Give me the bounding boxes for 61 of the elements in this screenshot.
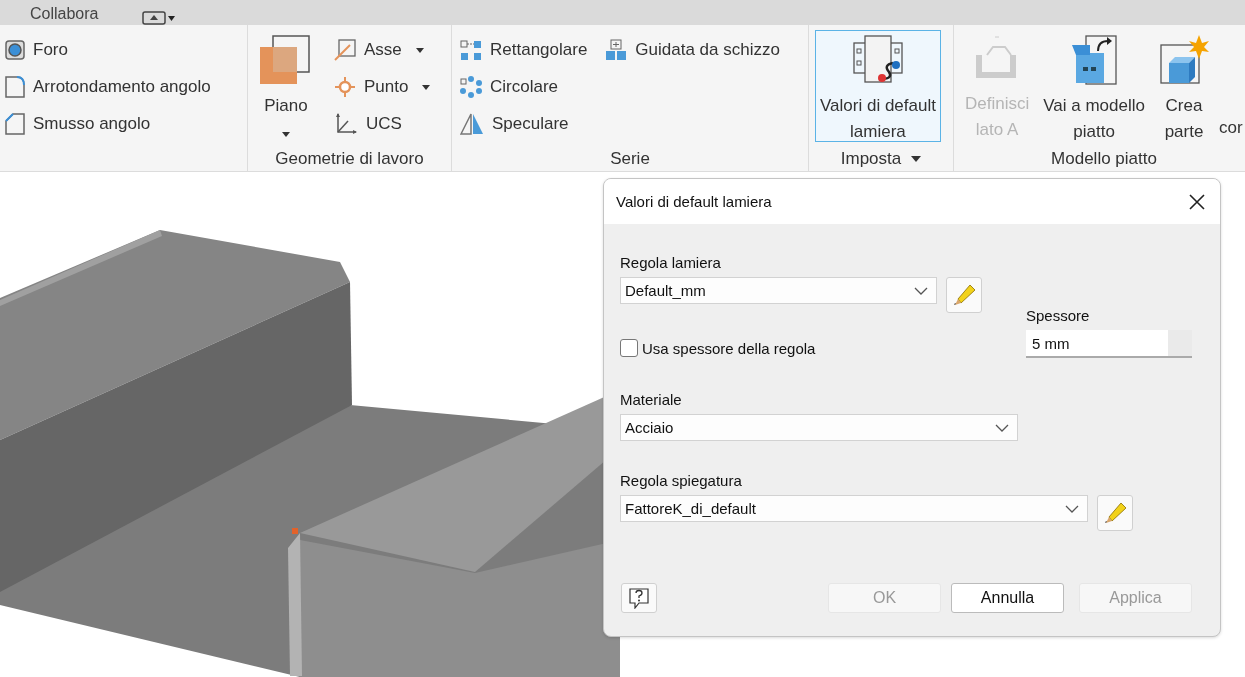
field-label: Regola lamiera	[620, 254, 722, 272]
edit-button[interactable]	[1097, 495, 1133, 531]
checkbox[interactable]	[620, 339, 638, 357]
thickness-field[interactable]: 5 mm	[1026, 330, 1192, 358]
field-label: Regola spiegatura	[620, 472, 743, 490]
field-label: Spessore	[1026, 307, 1091, 325]
axis-icon	[334, 39, 356, 61]
ribbon-button[interactable]: Valori di default lamiera	[815, 30, 941, 142]
ribbon-button[interactable]: UCS	[332, 110, 433, 138]
pencil-icon	[952, 283, 976, 307]
pencil-icon	[1103, 501, 1127, 525]
help-button[interactable]	[621, 583, 657, 613]
close-button[interactable]	[1188, 192, 1206, 211]
dialog-title: Valori di default lamiera	[616, 193, 772, 210]
ribbon-button[interactable]: Foro	[3, 36, 213, 64]
dropdown[interactable]: Acciaio	[620, 414, 1018, 441]
mirror-icon	[460, 113, 484, 135]
ribbon-button[interactable]: Vai a modello piatto	[1038, 30, 1150, 142]
panel-title[interactable]: Imposta	[840, 149, 922, 169]
hole-icon	[5, 40, 25, 60]
dialog-button[interactable]: Annulla	[951, 583, 1064, 613]
create-part-icon	[1159, 35, 1209, 85]
point-icon	[334, 76, 356, 98]
chevron-icon	[995, 423, 1009, 432]
circular-pattern-icon	[460, 76, 482, 98]
close-icon	[1188, 192, 1206, 211]
rectangular-pattern-icon	[460, 40, 482, 60]
checkbox-label[interactable]: Usa spessore della regola	[642, 339, 816, 357]
ribbon-button[interactable]: Crea parte	[1154, 30, 1214, 142]
panel-title: Geometrie di lavoro	[275, 149, 424, 169]
plane-icon	[259, 35, 313, 85]
panel-title: Serie	[610, 149, 650, 169]
sheet-defaults-icon	[852, 35, 903, 85]
chevron-icon	[914, 286, 928, 295]
caret-icon	[422, 84, 431, 90]
fillet-icon	[5, 76, 25, 98]
ribbon-button[interactable]: Arrotondamento angolo	[3, 73, 213, 101]
ribbon-button[interactable]: Guidata da schizzo	[603, 36, 782, 64]
ribbon-button[interactable]: Asse	[332, 36, 433, 64]
ribbon-tab[interactable]: Collabora	[30, 3, 99, 25]
ribbon-button[interactable]: cor	[1218, 30, 1245, 142]
ribbon-button[interactable]: Smusso angolo	[3, 110, 213, 138]
edit-button[interactable]	[946, 277, 982, 313]
ribbon-button[interactable]: Circolare	[458, 73, 590, 101]
field-label: Materiale	[620, 391, 683, 409]
ribbon-button[interactable]: Rettangolare	[458, 36, 590, 64]
sketch-pattern-icon	[605, 39, 628, 61]
ribbon-button[interactable]: Speculare	[458, 110, 590, 138]
flat-pattern-icon	[1070, 35, 1119, 85]
chevron-icon	[1065, 504, 1079, 513]
help-icon	[628, 587, 650, 609]
chamfer-icon	[5, 113, 25, 135]
coordinate-axes-icon	[334, 112, 358, 136]
caret-icon	[282, 132, 290, 137]
dropdown[interactable]: FattoreK_di_default	[620, 495, 1088, 522]
dropdown[interactable]: Default_mm	[620, 277, 937, 304]
ribbon-button[interactable]: Punto	[332, 73, 433, 101]
panel-title: Modello piatto	[1051, 149, 1157, 169]
ribbon-button[interactable]: Piano	[254, 30, 318, 142]
caret-icon	[415, 47, 424, 53]
collapse-ribbon-icon	[142, 11, 177, 25]
